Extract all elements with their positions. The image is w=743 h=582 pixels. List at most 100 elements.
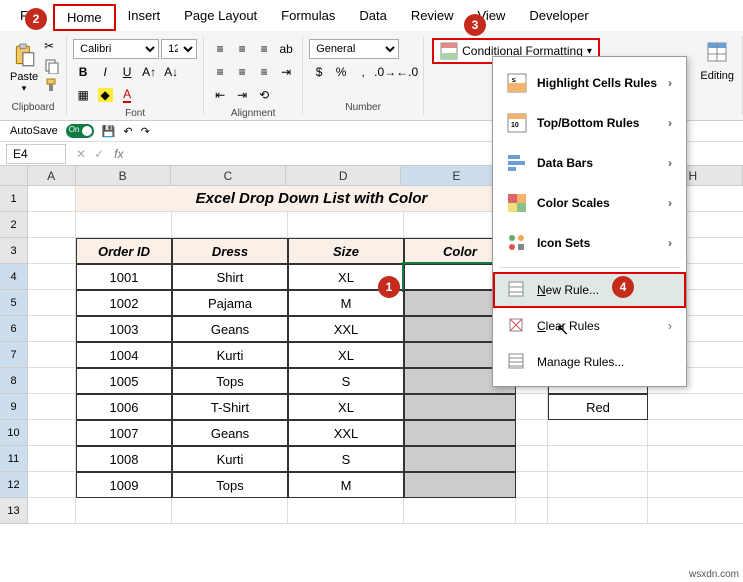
orientation-button[interactable]: ⟲ [254, 85, 274, 105]
cell-A8[interactable] [28, 368, 76, 394]
cell-G13[interactable] [548, 498, 648, 524]
cell-C8[interactable]: Tops [172, 368, 288, 394]
cell-D10[interactable]: XXL [288, 420, 404, 446]
cell-B11[interactable]: 1008 [76, 446, 172, 472]
cell-C4[interactable]: Shirt [172, 264, 288, 290]
align-left-button[interactable]: ≡ [210, 62, 230, 82]
name-box[interactable]: E4 [6, 144, 66, 164]
cell-B4[interactable]: 1001 [76, 264, 172, 290]
cell-B8[interactable]: 1005 [76, 368, 172, 394]
increase-font-button[interactable]: A↑ [139, 62, 159, 82]
italic-button[interactable]: I [95, 62, 115, 82]
row-header-10[interactable]: 10 [0, 420, 28, 446]
cell-C11[interactable]: Kurti [172, 446, 288, 472]
paste-button[interactable]: Paste ▾ [6, 39, 42, 96]
cell-C9[interactable]: T-Shirt [172, 394, 288, 420]
align-top-button[interactable]: ≡ [210, 39, 230, 59]
cell-B9[interactable]: 1006 [76, 394, 172, 420]
redo-icon[interactable]: ↷ [141, 125, 150, 138]
cell-D7[interactable]: XL [288, 342, 404, 368]
cell-F12[interactable] [516, 472, 548, 498]
cf-top-bottom[interactable]: 10 Top/Bottom Rules› [493, 103, 686, 143]
row-header-5[interactable]: 5 [0, 290, 28, 316]
cell-C10[interactable]: Geans [172, 420, 288, 446]
format-painter-icon[interactable] [44, 77, 60, 93]
row-header-3[interactable]: 3 [0, 238, 28, 264]
borders-button[interactable]: ▦ [73, 85, 93, 105]
currency-button[interactable]: $ [309, 62, 329, 82]
align-center-button[interactable]: ≡ [232, 62, 252, 82]
cut-icon[interactable]: ✂ [44, 39, 60, 55]
tab-data[interactable]: Data [347, 4, 398, 31]
cell-A5[interactable] [28, 290, 76, 316]
cf-highlight-cells[interactable]: ≤ Highlight Cells Rules› [493, 63, 686, 103]
row-header-1[interactable]: 1 [0, 186, 28, 212]
cell-A1[interactable] [28, 186, 76, 212]
row-header-13[interactable]: 13 [0, 498, 28, 524]
header-size[interactable]: Size [288, 238, 404, 264]
align-middle-button[interactable]: ≡ [232, 39, 252, 59]
cell-E12[interactable] [404, 472, 516, 498]
cell-F13[interactable] [516, 498, 548, 524]
align-bottom-button[interactable]: ≡ [254, 39, 274, 59]
cell-A13[interactable] [28, 498, 76, 524]
cell-A9[interactable] [28, 394, 76, 420]
cf-manage-rules[interactable]: Manage Rules... [493, 344, 686, 380]
cell-E9[interactable] [404, 394, 516, 420]
tab-page-layout[interactable]: Page Layout [172, 4, 269, 31]
align-right-button[interactable]: ≡ [254, 62, 274, 82]
cell-B2[interactable] [76, 212, 172, 238]
save-icon[interactable]: 💾 [102, 125, 116, 138]
format-as-table-icon[interactable] [707, 42, 727, 62]
cell-A7[interactable] [28, 342, 76, 368]
number-format-select[interactable]: General [309, 39, 399, 59]
copy-icon[interactable] [44, 58, 60, 74]
cell-F10[interactable] [516, 420, 548, 446]
bold-button[interactable]: B [73, 62, 93, 82]
cell-A11[interactable] [28, 446, 76, 472]
tab-insert[interactable]: Insert [116, 4, 173, 31]
cell-A3[interactable] [28, 238, 76, 264]
title-banner[interactable]: Excel Drop Down List with Color [76, 186, 548, 212]
header-dress[interactable]: Dress [172, 238, 288, 264]
cell-B10[interactable]: 1007 [76, 420, 172, 446]
cell-B13[interactable] [76, 498, 172, 524]
undo-icon[interactable]: ↶ [123, 125, 132, 138]
header-order-id[interactable]: Order ID [76, 238, 172, 264]
row-header-9[interactable]: 9 [0, 394, 28, 420]
col-header-D[interactable]: D [286, 166, 401, 186]
tab-developer[interactable]: Developer [517, 4, 600, 31]
cell-C7[interactable]: Kurti [172, 342, 288, 368]
cell-B7[interactable]: 1004 [76, 342, 172, 368]
cell-C13[interactable] [172, 498, 288, 524]
percent-button[interactable]: % [331, 62, 351, 82]
cf-clear-rules[interactable]: Clear Rules› [493, 308, 686, 344]
col-header-B[interactable]: B [76, 166, 171, 186]
fill-color-button[interactable]: ◆ [95, 85, 115, 105]
extra-color-3[interactable]: Red [548, 394, 648, 420]
decrease-font-button[interactable]: A↓ [161, 62, 181, 82]
cell-E10[interactable] [404, 420, 516, 446]
cell-H11[interactable] [648, 446, 743, 472]
col-header-C[interactable]: C [171, 166, 286, 186]
cell-E13[interactable] [404, 498, 516, 524]
decrease-indent-button[interactable]: ⇤ [210, 85, 230, 105]
decrease-decimal-button[interactable]: ←.0 [397, 62, 417, 82]
font-size-select[interactable]: 12 [161, 39, 197, 59]
underline-button[interactable]: U [117, 62, 137, 82]
cell-G10[interactable] [548, 420, 648, 446]
cell-C6[interactable]: Geans [172, 316, 288, 342]
cell-C12[interactable]: Tops [172, 472, 288, 498]
row-header-12[interactable]: 12 [0, 472, 28, 498]
tab-home[interactable]: Home [53, 4, 116, 31]
cell-A4[interactable] [28, 264, 76, 290]
cf-data-bars[interactable]: Data Bars› [493, 143, 686, 183]
font-name-select[interactable]: Calibri [73, 39, 159, 59]
tab-formulas[interactable]: Formulas [269, 4, 347, 31]
cell-E11[interactable] [404, 446, 516, 472]
cancel-formula-icon[interactable]: ✕ [72, 147, 90, 161]
cell-D13[interactable] [288, 498, 404, 524]
wrap-text-button[interactable]: ab [276, 39, 296, 59]
font-color-button[interactable]: A [117, 85, 137, 105]
row-header-7[interactable]: 7 [0, 342, 28, 368]
